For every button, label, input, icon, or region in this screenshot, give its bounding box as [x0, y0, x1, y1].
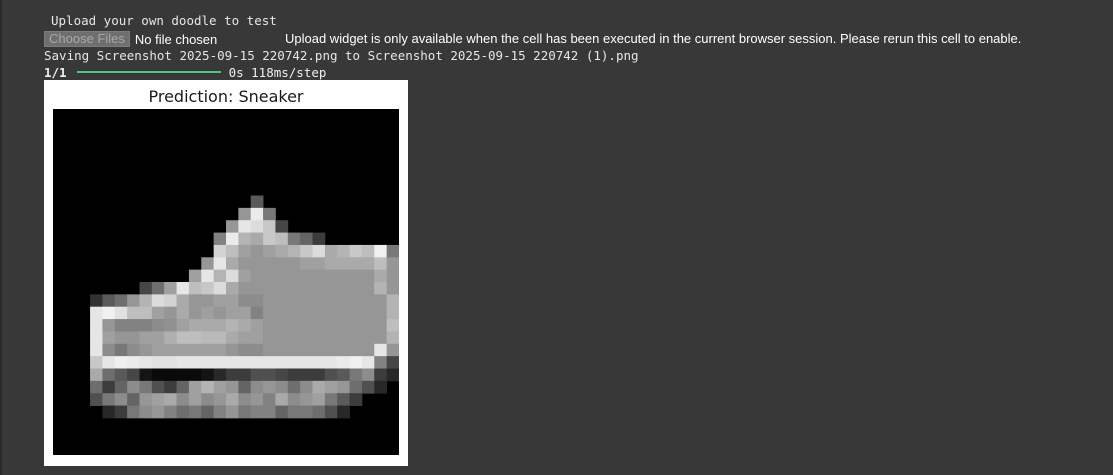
choose-files-button[interactable]: Choose Files	[44, 31, 130, 47]
sneaker-image	[53, 109, 399, 455]
progress-step-text: 1/1	[44, 64, 67, 80]
progress-timing-text: 0s 118ms/step	[228, 64, 327, 80]
file-status-text: No file chosen	[134, 31, 218, 47]
upload-unavailable-note: Upload widget is only available when the…	[285, 31, 1022, 46]
cell-gutter	[0, 0, 2, 475]
progress-bar-fill	[76, 71, 221, 73]
progress-row: 1/1 0s 118ms/step	[44, 64, 326, 80]
output-title-text: Upload your own doodle to test	[51, 13, 277, 28]
upload-widget: Choose Files No file chosen	[44, 30, 217, 48]
progress-bar	[76, 71, 221, 73]
figure-title: Prediction: Sneaker	[148, 87, 304, 106]
prediction-figure: Prediction: Sneaker	[44, 80, 408, 466]
saving-file-text: Saving Screenshot 2025-09-15 220742.png …	[44, 48, 639, 63]
